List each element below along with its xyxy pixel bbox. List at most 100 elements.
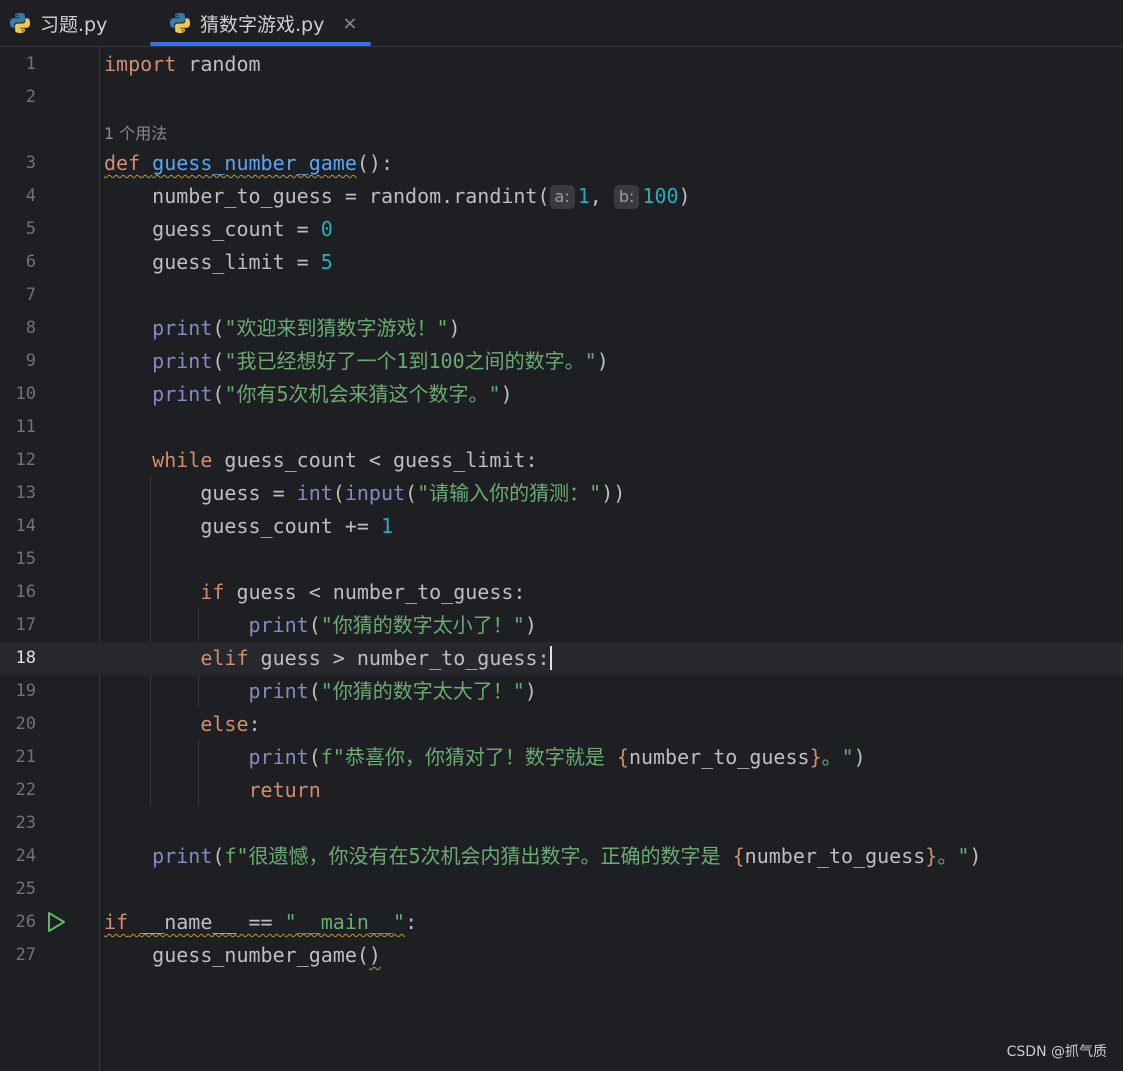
- code-line: 4 number_to_guess = random.randint(a: 1, …: [0, 180, 1123, 213]
- builtin-function: print: [152, 382, 213, 406]
- string-literal: 。": [937, 844, 970, 868]
- code-line: 5 guess_count = 0: [0, 213, 1123, 246]
- line-number: 27: [15, 945, 36, 965]
- line-number: 24: [15, 846, 36, 866]
- code-text: guess_number_game(: [104, 943, 369, 967]
- builtin-function: print: [248, 679, 309, 703]
- string-literal: 。": [821, 745, 854, 769]
- code-editor[interactable]: 1 import random 2 1 个用法 3 def guess_numb…: [0, 47, 1123, 1071]
- code-text: ,: [589, 184, 614, 208]
- line-number: 15: [15, 549, 36, 569]
- builtin-function: print: [152, 844, 213, 868]
- builtin-function: input: [344, 481, 406, 505]
- line-number: 14: [15, 516, 36, 536]
- code-line: 14 guess_count += 1: [0, 510, 1123, 543]
- code-text: :: [405, 910, 418, 934]
- python-file-icon: [170, 13, 190, 33]
- fstring-brace: {: [732, 844, 745, 868]
- string-literal: "我已经想好了一个1到100之间的数字。": [224, 349, 597, 373]
- code-line: 21 print(f"恭喜你，你猜对了！数字就是 {number_to_gues…: [0, 741, 1123, 774]
- line-number: 20: [15, 714, 36, 734]
- keyword: else: [200, 712, 249, 736]
- parameter-hint: a:: [549, 185, 575, 209]
- code-text: guess > number_to_guess:: [248, 646, 550, 670]
- line-number: 2: [25, 87, 36, 107]
- close-icon[interactable]: ×: [342, 13, 357, 34]
- line-number: 26: [15, 912, 36, 932]
- keyword: import: [104, 52, 177, 76]
- code-text: random: [176, 52, 261, 76]
- tab-xiti-py[interactable]: 习题.py: [8, 0, 107, 46]
- code-text: ==: [236, 910, 285, 934]
- code-line: 7: [0, 279, 1123, 312]
- code-text: ): [524, 613, 537, 637]
- line-number: 25: [15, 879, 36, 899]
- code-text: ): [524, 679, 537, 703]
- code-text: guess_count =: [104, 217, 321, 241]
- code-line: 1 import random: [0, 48, 1123, 81]
- code-line: 23: [0, 807, 1123, 840]
- builtin-function: print: [152, 349, 213, 373]
- code-text: (: [308, 613, 321, 637]
- builtin-function: print: [248, 745, 309, 769]
- code-line: 20 else:: [0, 708, 1123, 741]
- line-number: 13: [15, 483, 36, 503]
- usage-hint[interactable]: 1 个用法: [104, 121, 167, 147]
- tab-guess-number-game-py[interactable]: 猜数字游戏.py ×: [168, 0, 357, 46]
- run-play-icon[interactable]: [46, 911, 66, 933]
- code-text: :: [248, 712, 261, 736]
- code-text: number_to_guess: [628, 745, 810, 769]
- fstring-brace: }: [925, 844, 938, 868]
- code-line: 13 guess = int(input("请输入你的猜测：")): [0, 477, 1123, 510]
- line-number: 6: [25, 252, 36, 272]
- string-literal: f"恭喜你，你猜对了！数字就是: [320, 745, 617, 769]
- code-line: 6 guess_limit = 5: [0, 246, 1123, 279]
- code-text: guess =: [104, 481, 297, 505]
- code-line: 17 print("你猜的数字太小了！"): [0, 609, 1123, 642]
- number: 5: [320, 250, 333, 274]
- keyword: while: [152, 448, 213, 472]
- line-number: 3: [25, 153, 36, 173]
- code-line: 24 print(f"很遗憾，你没有在5次机会内猜出数字。正确的数字是 {num…: [0, 840, 1123, 873]
- number: 0: [320, 217, 333, 241]
- code-text: (: [212, 349, 225, 373]
- line-number: 23: [15, 813, 36, 833]
- code-text: ): [678, 184, 691, 208]
- fstring-brace: {: [616, 745, 629, 769]
- code-text: (: [405, 481, 418, 505]
- code-line: 10 print("你有5次机会来猜这个数字。"): [0, 378, 1123, 411]
- code-text: guess < number_to_guess:: [224, 580, 526, 604]
- code-text: guess_limit =: [104, 250, 321, 274]
- line-number: 17: [15, 615, 36, 635]
- code-line: 27 guess_number_game(): [0, 939, 1123, 972]
- keyword: if: [104, 910, 129, 934]
- code-line: 25: [0, 873, 1123, 906]
- code-line: 16 if guess < number_to_guess:: [0, 576, 1123, 609]
- dunder-name: __name__: [140, 910, 237, 934]
- code-text: ): [969, 844, 982, 868]
- text-caret: [549, 646, 552, 670]
- tab-label: 习题.py: [40, 13, 108, 36]
- line-number: 8: [25, 318, 36, 338]
- code-line: 3 def guess_number_game():: [0, 147, 1123, 180]
- parameter-hint: b:: [613, 185, 640, 209]
- string-literal: "__main__": [284, 910, 406, 934]
- code-text: ():: [356, 151, 393, 175]
- code-text: ): [853, 745, 866, 769]
- active-tab-indicator: [150, 42, 371, 46]
- line-number: 10: [15, 384, 36, 404]
- tab-label: 猜数字游戏.py: [200, 13, 325, 36]
- fstring-brace: }: [809, 745, 822, 769]
- number: 100: [642, 184, 679, 208]
- code-line: 12 while guess_count < guess_limit:: [0, 444, 1123, 477]
- builtin-function: print: [248, 613, 309, 637]
- code-text: (: [308, 745, 321, 769]
- code-text: (: [332, 481, 345, 505]
